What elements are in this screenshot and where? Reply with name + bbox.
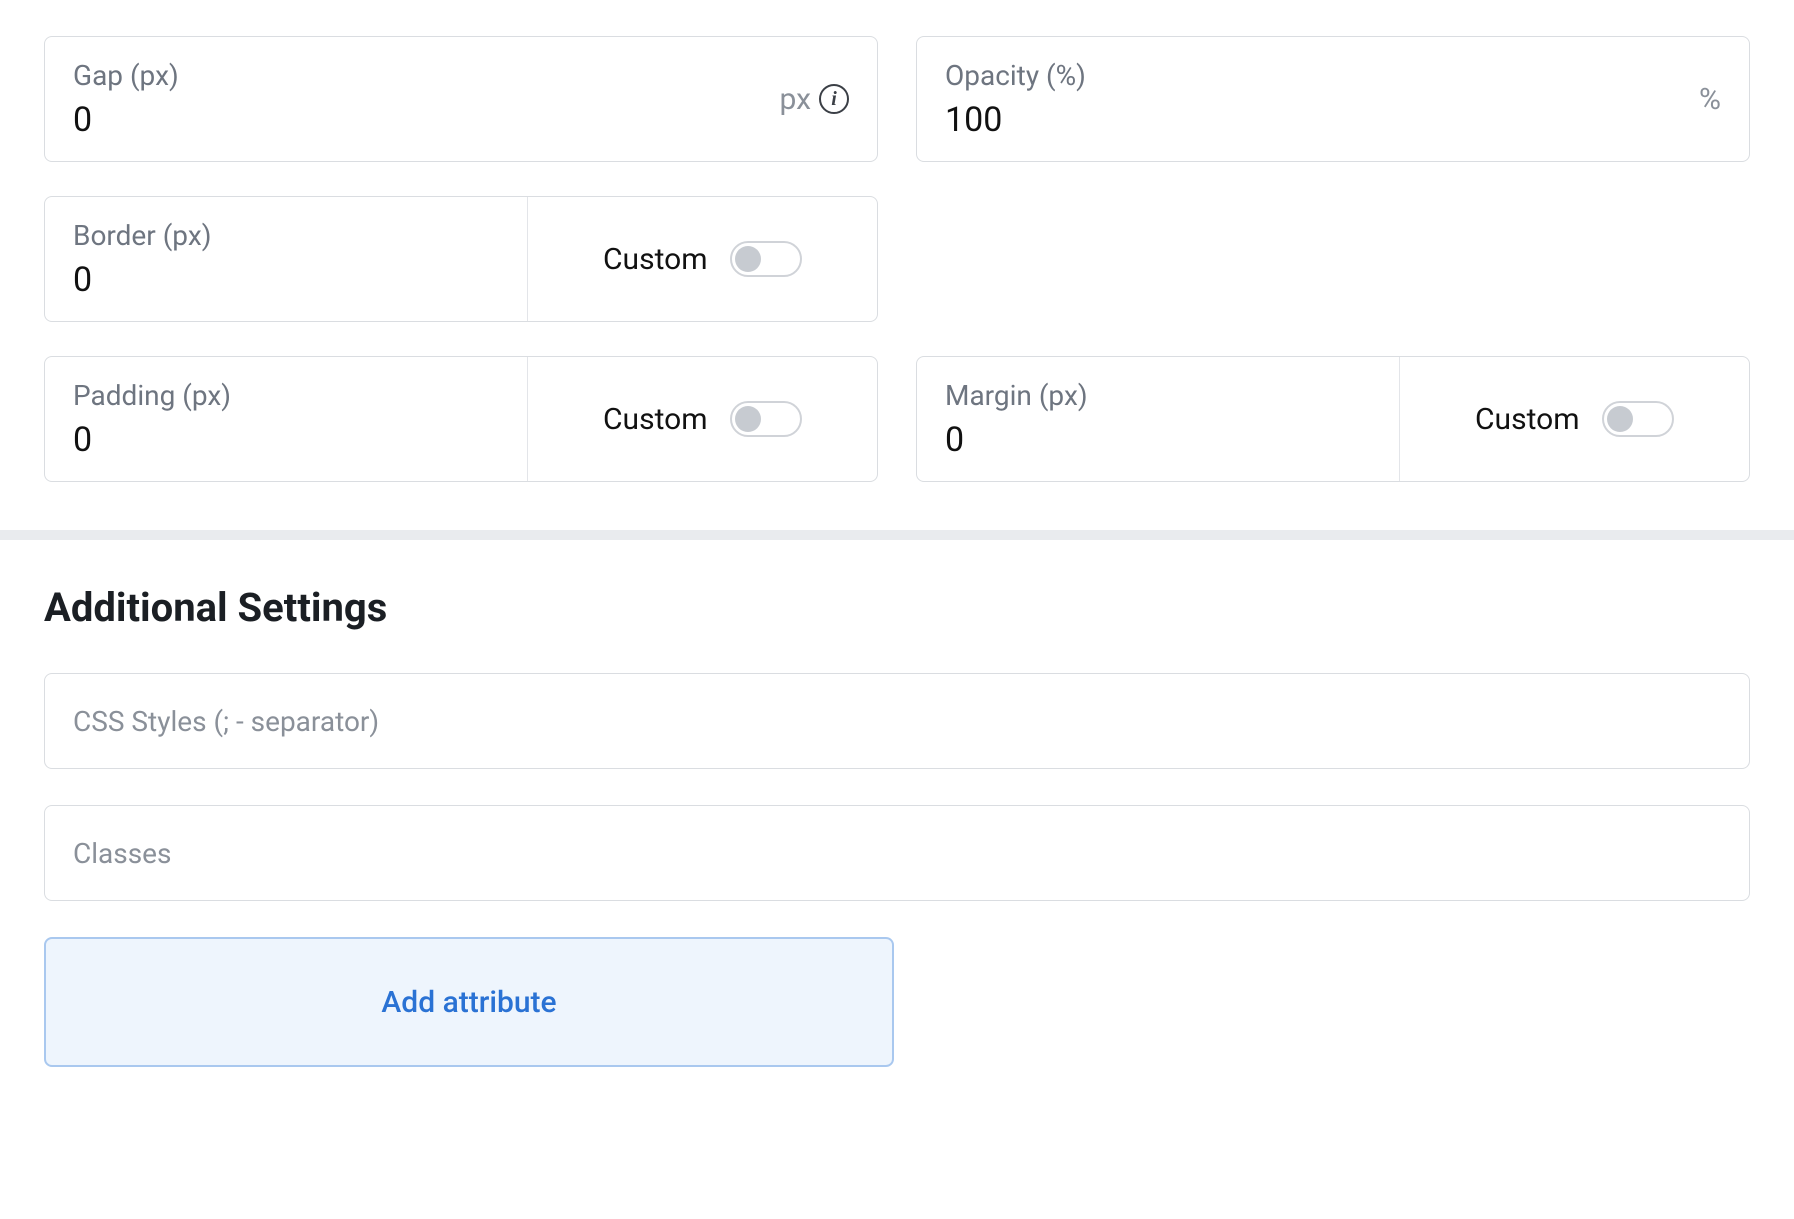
border-field: Border (px) Custom <box>44 196 878 322</box>
padding-custom-toggle[interactable] <box>730 401 802 437</box>
gap-label: Gap (px) <box>73 59 767 92</box>
border-input[interactable] <box>73 260 499 300</box>
padding-input[interactable] <box>73 420 499 460</box>
padding-field: Padding (px) Custom <box>44 356 878 482</box>
margin-input[interactable] <box>945 420 1371 460</box>
gap-suffix: px <box>779 82 811 117</box>
padding-label: Padding (px) <box>73 379 499 412</box>
opacity-suffix: % <box>1699 82 1721 117</box>
add-attribute-label: Add attribute <box>381 985 556 1020</box>
gap-input[interactable] <box>73 100 767 140</box>
add-attribute-button[interactable]: Add attribute <box>44 937 894 1067</box>
border-custom-label: Custom <box>603 242 708 277</box>
info-icon[interactable]: i <box>819 84 849 114</box>
border-custom-toggle[interactable] <box>730 241 802 277</box>
css-styles-input[interactable] <box>44 673 1750 769</box>
margin-custom-label: Custom <box>1475 402 1580 437</box>
margin-custom-toggle[interactable] <box>1602 401 1674 437</box>
additional-settings-heading: Additional Settings <box>44 584 1750 631</box>
border-label: Border (px) <box>73 219 499 252</box>
section-divider <box>0 530 1794 540</box>
classes-input[interactable] <box>44 805 1750 901</box>
opacity-field: Opacity (%) % <box>916 36 1750 162</box>
margin-field: Margin (px) Custom <box>916 356 1750 482</box>
opacity-input[interactable] <box>945 100 1687 140</box>
margin-label: Margin (px) <box>945 379 1371 412</box>
padding-custom-label: Custom <box>603 402 708 437</box>
opacity-label: Opacity (%) <box>945 59 1687 92</box>
gap-field: Gap (px) px i <box>44 36 878 162</box>
